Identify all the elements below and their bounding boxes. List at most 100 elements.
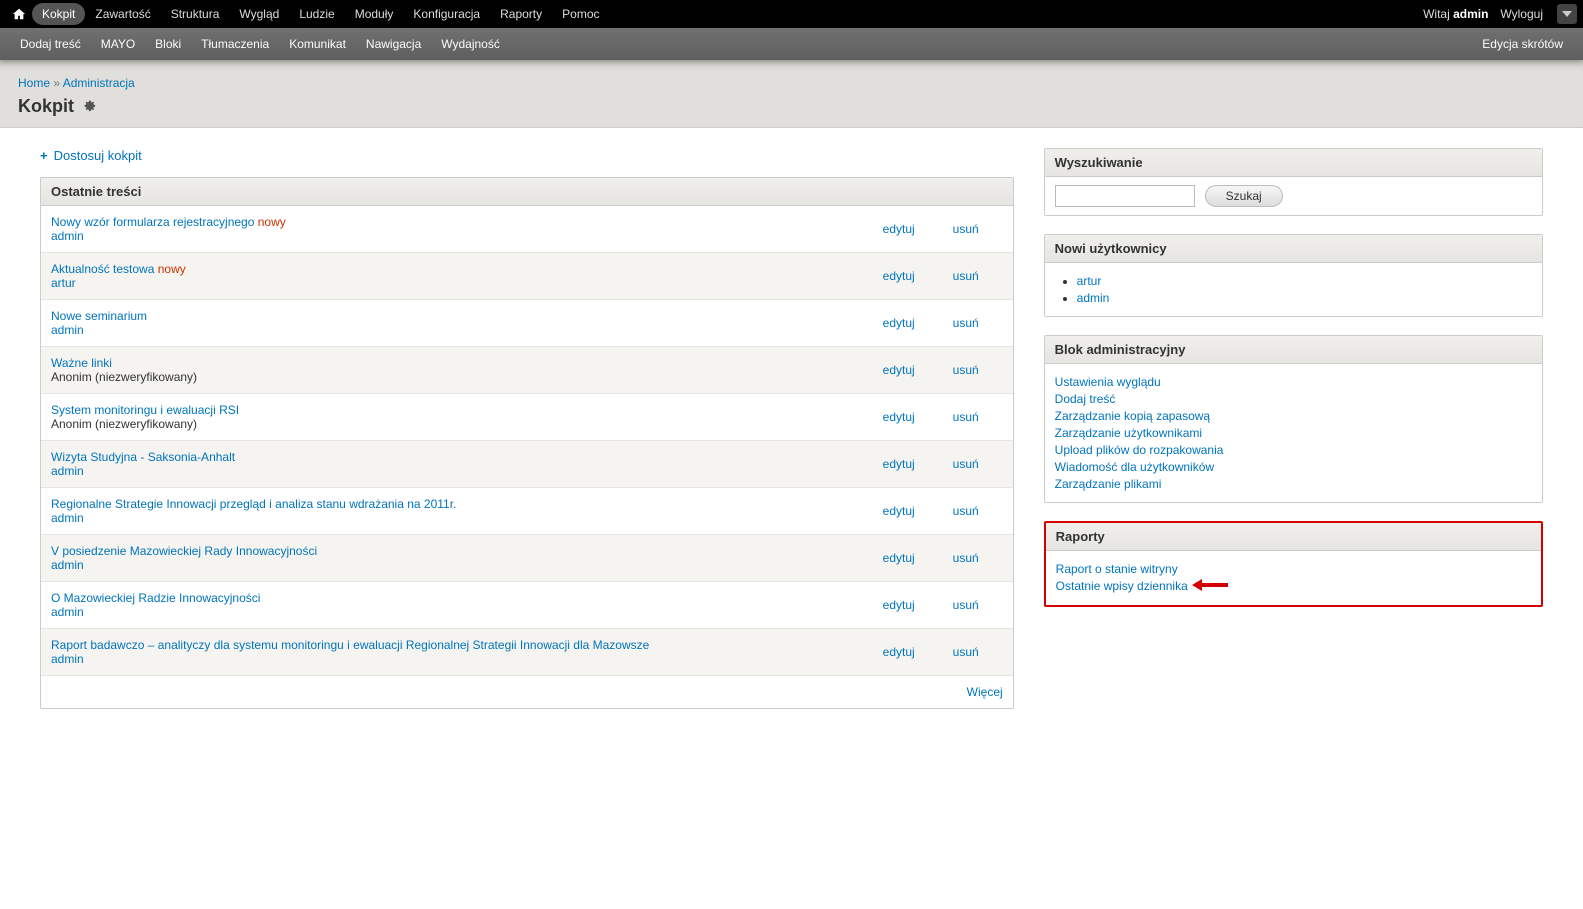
breadcrumb-admin[interactable]: Administracja	[63, 76, 135, 90]
content-link[interactable]: Regionalne Strategie Innowacji przegląd …	[51, 497, 456, 511]
delete-link[interactable]: usuń	[953, 316, 979, 330]
author-link[interactable]: admin	[51, 558, 84, 572]
delete-link[interactable]: usuń	[953, 645, 979, 659]
content-link[interactable]: Wizyta Studyjna - Saksonia-Anhalt	[51, 450, 235, 464]
shortcut-item[interactable]: Dodaj treść	[10, 31, 91, 57]
author-link[interactable]: admin	[51, 464, 84, 478]
admin-toolbar: KokpitZawartośćStrukturaWyglądLudzieModu…	[0, 0, 1583, 28]
table-row: Nowy wzór formularza rejestracyjnego now…	[41, 206, 1013, 253]
delete-link[interactable]: usuń	[953, 410, 979, 424]
breadcrumb-home[interactable]: Home	[18, 76, 50, 90]
page-header: Home » Administracja Kokpit	[0, 60, 1583, 128]
admin-link[interactable]: Zarządzanie plikami	[1055, 477, 1162, 491]
customize-dashboard[interactable]: + Dostosuj kokpit	[40, 148, 1014, 163]
edit-link[interactable]: edytuj	[883, 269, 915, 283]
more-link[interactable]: Więcej	[967, 685, 1003, 699]
author-link[interactable]: admin	[51, 652, 84, 666]
new-users-panel: Nowi użytkownicy artur admin	[1044, 234, 1543, 317]
logout-link[interactable]: Wyloguj	[1494, 7, 1549, 21]
table-row: Raport badawczo – analityczy dla systemu…	[41, 629, 1013, 676]
edit-link[interactable]: edytuj	[883, 598, 915, 612]
shortcut-item[interactable]: Bloki	[145, 31, 191, 57]
page-title: Kokpit	[18, 96, 74, 117]
edit-link[interactable]: edytuj	[883, 363, 915, 377]
shortcut-item[interactable]: Wydajność	[431, 31, 510, 57]
admin-link[interactable]: Ustawienia wyglądu	[1055, 375, 1161, 389]
delete-link[interactable]: usuń	[953, 269, 979, 283]
reports-panel: Raporty Raport o stanie witrynyOstatnie …	[1044, 521, 1543, 607]
toolbar-konfiguracja[interactable]: Konfiguracja	[403, 3, 490, 25]
table-row: Aktualność testowa nowyarturedytujusuń	[41, 253, 1013, 300]
new-users-title: Nowi użytkownicy	[1045, 235, 1542, 263]
content-link[interactable]: Nowy wzór formularza rejestracyjnego	[51, 215, 254, 229]
welcome-text: Witaj admin	[1417, 7, 1494, 21]
author-link[interactable]: artur	[51, 276, 76, 290]
admin-link[interactable]: Wiadomość dla użytkowników	[1055, 460, 1214, 474]
toolbar-zawartość[interactable]: Zawartość	[85, 3, 160, 25]
content-link[interactable]: Nowe seminarium	[51, 309, 147, 323]
recent-content-panel: Ostatnie treści Nowy wzór formularza rej…	[40, 177, 1014, 709]
report-link[interactable]: Ostatnie wpisy dziennika	[1056, 579, 1188, 593]
shortcut-bar: Dodaj treśćMAYOBlokiTłumaczeniaKomunikat…	[0, 28, 1583, 60]
edit-shortcuts[interactable]: Edycja skrótów	[1472, 31, 1573, 57]
arrow-annotation-icon	[1192, 579, 1228, 594]
table-row: Ważne linkiAnonim (niezweryfikowany)edyt…	[41, 347, 1013, 394]
plus-icon: +	[40, 148, 48, 163]
admin-link[interactable]: Upload plików do rozpakowania	[1055, 443, 1224, 457]
admin-block-panel: Blok administracyjny Ustawienia wyglądu D…	[1044, 335, 1543, 503]
content-link[interactable]: V posiedzenie Mazowieckiej Rady Innowacy…	[51, 544, 317, 558]
toolbar-kokpit[interactable]: Kokpit	[32, 3, 85, 25]
edit-link[interactable]: edytuj	[883, 222, 915, 236]
toolbar-wygląd[interactable]: Wygląd	[229, 3, 289, 25]
table-row: O Mazowieckiej Radzie Innowacyjnościadmi…	[41, 582, 1013, 629]
delete-link[interactable]: usuń	[953, 363, 979, 377]
content-link[interactable]: System monitoringu i ewaluacji RSI	[51, 403, 239, 417]
content-link[interactable]: Raport badawczo – analityczy dla systemu…	[51, 638, 649, 652]
author-link[interactable]: admin	[51, 511, 84, 525]
toolbar-raporty[interactable]: Raporty	[490, 3, 552, 25]
content-link[interactable]: Aktualność testowa	[51, 262, 154, 276]
shortcut-item[interactable]: MAYO	[91, 31, 145, 57]
shortcut-item[interactable]: Tłumaczenia	[191, 31, 279, 57]
table-row: V posiedzenie Mazowieckiej Rady Innowacy…	[41, 535, 1013, 582]
edit-link[interactable]: edytuj	[883, 316, 915, 330]
shortcut-item[interactable]: Nawigacja	[356, 31, 431, 57]
edit-link[interactable]: edytuj	[883, 410, 915, 424]
delete-link[interactable]: usuń	[953, 457, 979, 471]
shortcut-item[interactable]: Komunikat	[279, 31, 356, 57]
admin-link[interactable]: Zarządzanie kopią zapasową	[1055, 409, 1210, 423]
content-link[interactable]: Ważne linki	[51, 356, 112, 370]
edit-link[interactable]: edytuj	[883, 457, 915, 471]
search-button[interactable]: Szukaj	[1205, 185, 1283, 207]
author-link[interactable]: admin	[51, 229, 84, 243]
report-link[interactable]: Raport o stanie witryny	[1056, 562, 1178, 576]
toolbar-moduły[interactable]: Moduły	[345, 3, 404, 25]
search-input[interactable]	[1055, 185, 1195, 207]
edit-link[interactable]: edytuj	[883, 504, 915, 518]
content-link[interactable]: O Mazowieckiej Radzie Innowacyjności	[51, 591, 260, 605]
breadcrumb: Home » Administracja	[18, 76, 1565, 90]
user-link[interactable]: admin	[1077, 291, 1110, 305]
admin-link[interactable]: Dodaj treść	[1055, 392, 1116, 406]
delete-link[interactable]: usuń	[953, 598, 979, 612]
user-link[interactable]: artur	[1077, 274, 1102, 288]
table-row: Nowe seminariumadmin edytuj usuń	[41, 300, 1013, 347]
edit-link[interactable]: edytuj	[883, 551, 915, 565]
gear-icon[interactable]	[82, 96, 96, 117]
table-row: Regionalne Strategie Innowacji przegląd …	[41, 488, 1013, 535]
admin-link[interactable]: Zarządzanie użytkownikami	[1055, 426, 1202, 440]
delete-link[interactable]: usuń	[953, 551, 979, 565]
edit-link[interactable]: edytuj	[883, 645, 915, 659]
recent-content-title: Ostatnie treści	[41, 178, 1013, 206]
author-link[interactable]: admin	[51, 605, 84, 619]
home-icon[interactable]	[12, 7, 26, 21]
toolbar-toggle-icon[interactable]	[1557, 4, 1577, 24]
toolbar-struktura[interactable]: Struktura	[161, 3, 230, 25]
search-panel: Wyszukiwanie Szukaj	[1044, 148, 1543, 216]
author-link[interactable]: admin	[51, 323, 84, 337]
delete-link[interactable]: usuń	[953, 222, 979, 236]
delete-link[interactable]: usuń	[953, 504, 979, 518]
toolbar-pomoc[interactable]: Pomoc	[552, 3, 609, 25]
toolbar-ludzie[interactable]: Ludzie	[289, 3, 344, 25]
admin-block-title: Blok administracyjny	[1045, 336, 1542, 364]
